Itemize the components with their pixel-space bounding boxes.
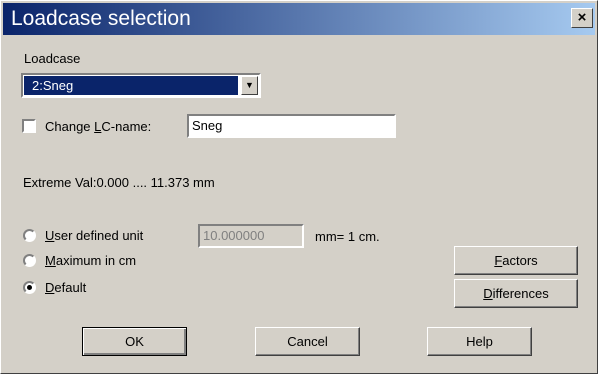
maximum-in-cm-radio[interactable] bbox=[23, 254, 36, 267]
ok-button[interactable]: OK bbox=[82, 327, 187, 356]
close-icon: × bbox=[577, 9, 587, 26]
user-defined-unit-radio[interactable] bbox=[23, 229, 36, 242]
unit-equivalence-label: mm= 1 cm. bbox=[315, 229, 380, 244]
chevron-down-icon: ▼ bbox=[245, 80, 254, 90]
factors-label: actors bbox=[502, 253, 538, 268]
dialog-title: Loadcase selection bbox=[11, 7, 191, 30]
cancel-button[interactable]: Cancel bbox=[255, 327, 360, 356]
loadcase-dropdown[interactable]: 2:Sneg ▼ bbox=[21, 73, 261, 98]
lc-name-input[interactable]: Sneg bbox=[187, 114, 396, 138]
differences-button[interactable]: Differences bbox=[454, 279, 578, 308]
user-defined-label-text: ser defined unit bbox=[54, 228, 144, 243]
differences-access-key: D bbox=[483, 286, 493, 301]
loadcase-selected-value: 2:Sneg bbox=[24, 76, 238, 95]
help-button[interactable]: Help bbox=[427, 327, 532, 356]
change-lc-name-label-part1: Change bbox=[45, 119, 95, 134]
dropdown-arrow-button[interactable]: ▼ bbox=[241, 76, 258, 95]
default-access-key: D bbox=[45, 280, 55, 295]
title-bar[interactable]: Loadcase selection × bbox=[3, 3, 595, 35]
radio-selected-dot bbox=[27, 285, 32, 290]
default-label[interactable]: Default bbox=[45, 280, 86, 296]
default-radio[interactable] bbox=[23, 281, 36, 294]
maximum-access-key: M bbox=[45, 253, 56, 268]
differences-label: ifferences bbox=[492, 286, 549, 301]
change-lc-name-label-part2: C-name: bbox=[101, 119, 152, 134]
user-defined-unit-label[interactable]: User defined unit bbox=[45, 228, 143, 244]
maximum-label-text: aximum in cm bbox=[55, 253, 137, 268]
user-unit-value-input[interactable]: 10.000000 bbox=[198, 224, 304, 248]
loadcase-selection-dialog: Loadcase selection × Loadcase 2:Sneg ▼ C… bbox=[0, 0, 598, 374]
change-lc-name-checkbox[interactable] bbox=[22, 119, 36, 133]
factors-button[interactable]: Factors bbox=[454, 246, 578, 275]
default-label-text: efault bbox=[54, 280, 87, 295]
close-button[interactable]: × bbox=[571, 8, 593, 28]
user-defined-access-key: U bbox=[45, 228, 55, 243]
extreme-values-text: Extreme Val:0.000 .... 11.373 mm bbox=[23, 175, 215, 190]
change-lc-name-label[interactable]: Change LC-name: bbox=[45, 119, 151, 135]
loadcase-label: Loadcase bbox=[24, 51, 81, 66]
maximum-in-cm-label[interactable]: Maximum in cm bbox=[45, 253, 136, 269]
